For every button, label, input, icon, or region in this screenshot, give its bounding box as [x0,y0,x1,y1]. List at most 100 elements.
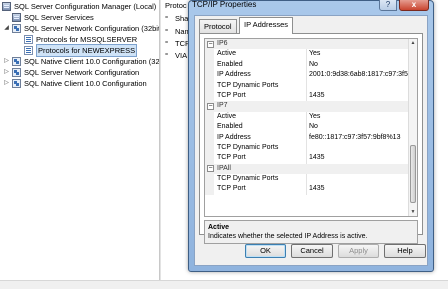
property-name: Enabled [205,122,307,133]
grid-category[interactable]: − IP6 [205,39,408,50]
grid-property-row[interactable]: Active Yes [205,111,408,123]
property-value[interactable]: No [307,122,408,132]
grid-property-row[interactable]: TCP Dynamic Ports [205,142,408,154]
grid-property-row[interactable]: TCP Port 1435 [205,184,408,195]
protocol-icon: ⁼ [165,15,169,22]
property-name: Enabled [205,59,307,71]
grid-property-row[interactable]: TCP Dynamic Ports [205,80,408,91]
grid-property-row[interactable]: TCP Port 1435 [205,153,408,164]
tree-item-label: SQL Native Client 10.0 Configuration (32… [24,57,159,66]
property-value[interactable]: 1435 [307,184,408,194]
protocol-icon [24,35,33,44]
cancel-button[interactable]: Cancel [291,244,333,258]
collapse-icon[interactable]: − [207,40,214,48]
grid-scrollbar[interactable]: ▲ ▼ [408,39,417,216]
tree-item-label: SQL Native Client 10.0 Configuration [24,79,147,88]
grid-margin [205,49,214,60]
property-value[interactable]: 2001:0:9d38:6ab8:1817:c97:3f57 [307,70,408,80]
description-panel: Active Indicates whether the selected IP… [204,220,418,244]
property-value[interactable] [307,143,408,153]
grid-property-row[interactable]: IP Address fe80::1817:c97:3f57:9bf8%13 [205,132,408,143]
protocol-row[interactable]: ⁼ VIA [165,51,187,60]
protocol-icon: ⁼ [165,52,169,59]
network-icon [12,68,21,77]
details-header[interactable]: Protoc [165,1,187,10]
property-name: IP Address [205,70,307,81]
expander-icon[interactable]: ◢ [3,23,10,34]
console-tree: SQL Server Configuration Manager (Local)… [0,0,159,289]
grid-category[interactable]: − IPAll [205,163,408,175]
tcpip-properties-dialog: TCP/IP Properties ? x Protocol IP Addres… [188,0,434,272]
protocol-row[interactable]: ⁼ Nam [165,27,191,36]
property-name: TCP Port [205,184,307,195]
tab-panel-ip-addresses: − IP6 Active Yes Enabled No IP Address 2001:0:9… [199,33,423,244]
tab-ip-addresses[interactable]: IP Addresses [239,17,294,34]
grid-property-row[interactable]: TCP Dynamic Ports [205,174,408,185]
grid-margin [205,80,214,91]
property-name: TCP Port [205,90,307,102]
protocol-icon: ⁼ [165,40,169,47]
tree-item[interactable]: ▷ SQL Native Client 10.0 Configuration [4,78,147,89]
property-name: IP Address [205,132,307,143]
grid-property-row[interactable]: Enabled No [205,59,408,71]
property-name: TCP Dynamic Ports [205,142,307,154]
property-value[interactable]: 1435 [307,91,408,101]
property-value[interactable]: No [307,60,408,70]
grid-margin [205,174,214,185]
grid-margin [205,111,214,123]
close-button[interactable]: x [399,0,429,11]
expander-icon[interactable]: ▷ [3,78,10,89]
category-name: IP6 [217,40,228,47]
grid-margin [205,90,214,102]
grid-property-row[interactable]: TCP Port 1435 [205,90,408,102]
grid-margin [205,153,214,164]
tree-item[interactable]: SQL Server Services [12,12,94,23]
tree-item[interactable]: ▷ SQL Server Network Configuration [4,67,140,78]
protocol-row[interactable]: ⁼ TCP [165,39,190,48]
help-title-button[interactable]: ? [379,0,397,11]
expander-icon[interactable]: ▷ [3,56,10,67]
grid-property-row[interactable]: Enabled No [205,122,408,133]
grid-margin [205,132,214,143]
grid-margin [205,142,214,154]
apply-button[interactable]: Apply [338,244,379,258]
property-value[interactable]: Yes [307,49,408,59]
property-name: Active [205,111,307,123]
grid-category[interactable]: − IP7 [205,101,408,112]
expander-icon[interactable]: ▷ [3,67,10,78]
category-name: IPAll [217,164,231,172]
help-button[interactable]: Help [384,244,426,258]
tree-item[interactable]: ▷ SQL Native Client 10.0 Configuration (3… [4,56,159,67]
grid-property-row[interactable]: Active Yes [205,49,408,60]
tree-item[interactable]: Protocols for NEWEXPRESS [24,44,138,57]
property-name: TCP Dynamic Ports [205,80,307,91]
grid-margin [205,59,214,71]
tree-item[interactable]: SQL Server Configuration Manager (Local) [2,1,156,12]
ok-button[interactable]: OK [245,244,286,258]
grid-margin [205,122,214,133]
scroll-thumb[interactable] [410,145,416,203]
property-name: Active [205,49,307,60]
property-value[interactable] [307,81,408,91]
property-value[interactable]: Yes [307,112,408,122]
property-value[interactable]: 1435 [307,153,408,163]
tree-item[interactable]: ◢ SQL Server Network Configuration (32bit [4,23,159,34]
tree-item-label: SQL Server Network Configuration [24,68,140,77]
network-icon [12,57,21,66]
server-icon [2,2,11,11]
protocol-row[interactable]: ⁼ Shar [165,14,191,23]
property-value[interactable]: fe80::1817:c97:3f57:9bf8%13 [307,133,408,143]
collapse-icon[interactable]: − [207,165,214,173]
property-value[interactable] [307,174,408,184]
protocol-name: VIA [175,51,188,60]
grid-margin [205,184,214,195]
tree-item-label: SQL Server Services [24,13,94,22]
scroll-down-icon[interactable]: ▼ [409,208,417,216]
network-icon [12,79,21,88]
collapse-icon[interactable]: − [207,103,214,111]
status-bar [0,280,448,289]
scroll-up-icon[interactable]: ▲ [409,39,417,47]
network-icon [12,24,21,33]
grid-property-row[interactable]: IP Address 2001:0:9d38:6ab8:1817:c97:3f57 [205,70,408,81]
tab-protocol[interactable]: Protocol [199,19,237,33]
